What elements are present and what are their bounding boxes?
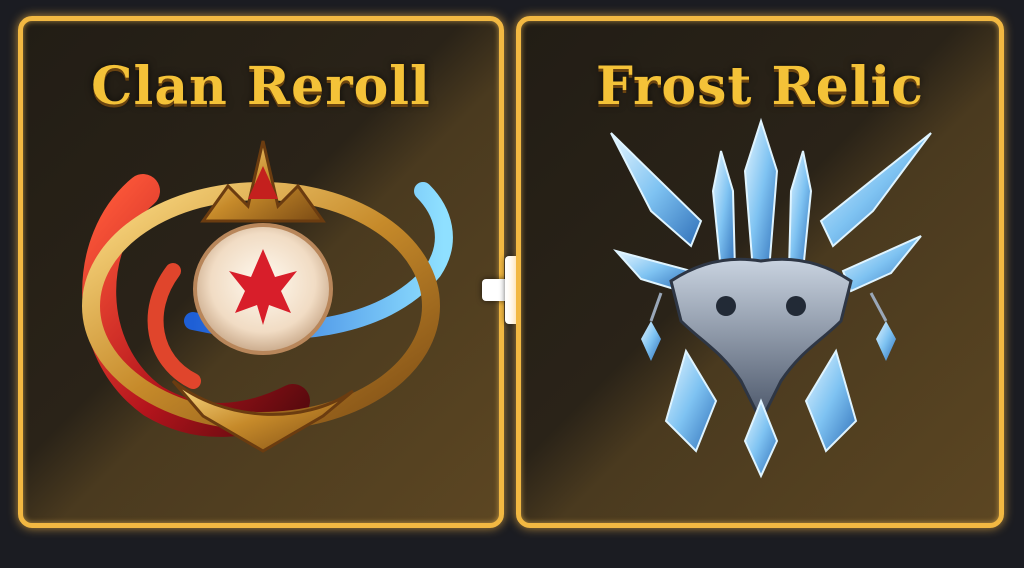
frost-relic-card[interactable]: Frost Relic (516, 16, 1004, 528)
clan-reroll-title: Clan Reroll (91, 56, 431, 117)
clan-reroll-card[interactable]: Clan Reroll (18, 16, 504, 528)
frost-relic-title: Frost Relic (596, 56, 924, 117)
